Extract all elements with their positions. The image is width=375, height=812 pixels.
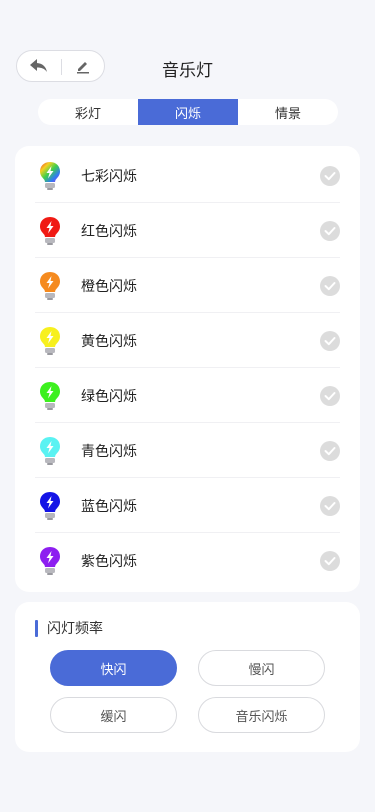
slow-flash-button[interactable]: 慢闪 (198, 650, 325, 686)
cyan-bulb-icon (40, 437, 60, 465)
green-bulb-icon (40, 382, 60, 410)
orange-bulb-icon (40, 272, 60, 300)
frequency-title: 闪灯频率 (47, 621, 103, 637)
rainbow-bulb-icon (40, 162, 60, 190)
check-circle-icon[interactable] (320, 441, 340, 461)
effect-row[interactable]: 青色闪烁 (15, 423, 360, 478)
red-bulb-icon (40, 217, 60, 245)
check-circle-icon[interactable] (320, 276, 340, 296)
fast-flash-button[interactable]: 快闪 (50, 650, 177, 686)
mode-tabs: 彩灯 闪烁 情景 (38, 99, 338, 125)
effect-label: 紫色闪烁 (81, 553, 137, 570)
tab-colorful[interactable]: 彩灯 (38, 99, 138, 125)
effect-row[interactable]: 橙色闪烁 (15, 258, 360, 313)
blue-bulb-icon (40, 492, 60, 520)
check-circle-icon[interactable] (320, 166, 340, 186)
effect-label: 青色闪烁 (81, 443, 137, 460)
effect-row[interactable]: 紫色闪烁 (15, 533, 360, 588)
effect-label: 七彩闪烁 (81, 168, 137, 185)
check-circle-icon[interactable] (320, 221, 340, 241)
check-circle-icon[interactable] (320, 496, 340, 516)
effect-row[interactable]: 七彩闪烁 (15, 148, 360, 203)
heading-accent-bar (35, 619, 38, 637)
purple-bulb-icon (40, 547, 60, 575)
effect-list: 七彩闪烁红色闪烁橙色闪烁黄色闪烁绿色闪烁青色闪烁蓝色闪烁紫色闪烁 (15, 146, 360, 592)
effect-row[interactable]: 黄色闪烁 (15, 313, 360, 368)
yellow-bulb-icon (40, 327, 60, 355)
check-circle-icon[interactable] (320, 551, 340, 571)
music-flash-button[interactable]: 音乐闪烁 (198, 697, 325, 733)
effect-label: 橙色闪烁 (81, 278, 137, 295)
effect-row[interactable]: 红色闪烁 (15, 203, 360, 258)
check-circle-icon[interactable] (320, 331, 340, 351)
gentle-flash-button[interactable]: 缓闪 (50, 697, 177, 733)
page-title: 音乐灯 (162, 61, 213, 81)
tab-flash[interactable]: 闪烁 (138, 99, 238, 125)
frequency-card: 闪灯频率 快闪 慢闪 缓闪 音乐闪烁 (15, 602, 360, 752)
check-circle-icon[interactable] (320, 386, 340, 406)
effect-label: 黄色闪烁 (81, 333, 137, 350)
effect-row[interactable]: 蓝色闪烁 (15, 478, 360, 533)
effect-label: 蓝色闪烁 (81, 498, 137, 515)
effect-label: 绿色闪烁 (81, 388, 137, 405)
effect-label: 红色闪烁 (81, 223, 137, 240)
header-bar: 音乐灯 (0, 48, 375, 86)
effect-row[interactable]: 绿色闪烁 (15, 368, 360, 423)
frequency-heading: 闪灯频率 (35, 619, 103, 637)
tab-scene[interactable]: 情景 (238, 99, 338, 125)
